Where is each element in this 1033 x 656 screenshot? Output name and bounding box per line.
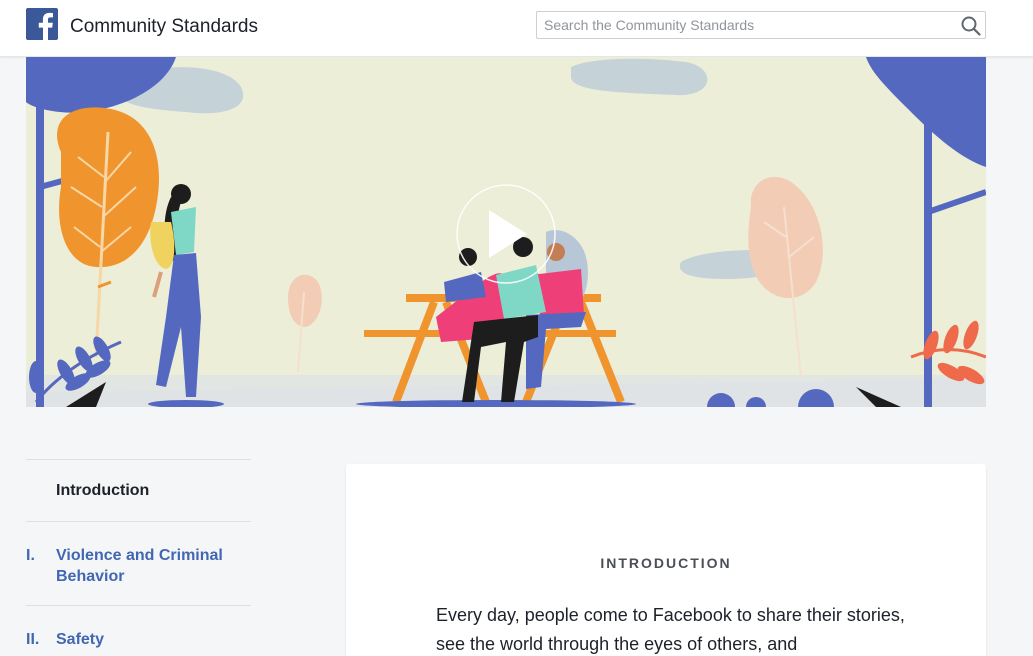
sidebar-item-label: Introduction <box>56 481 150 499</box>
content-card: INTRODUCTION Every day, people come to F… <box>346 464 986 656</box>
search-icon[interactable] <box>960 15 982 37</box>
section-heading: INTRODUCTION <box>600 555 732 571</box>
sidebar-item-label: Violence and Criminal Behavior <box>56 547 223 585</box>
hero-video[interactable] <box>26 57 986 407</box>
intro-paragraph: Every day, people come to Facebook to sh… <box>436 605 905 654</box>
sidebar-item-violence-and-criminal-behavior[interactable]: I. Violence and Criminal Behavior <box>26 521 251 605</box>
sidebar-item-number: I. <box>26 547 35 564</box>
sidebar-item-label: Safety <box>56 631 105 648</box>
sidebar-item-safety[interactable]: II. Safety <box>26 605 251 656</box>
site-title[interactable]: Community Standards <box>70 16 258 38</box>
facebook-logo-icon[interactable] <box>26 8 58 40</box>
search-box <box>536 11 986 39</box>
search-input[interactable] <box>537 12 947 38</box>
hero-illustration <box>26 57 986 407</box>
sidebar-nav: Introduction I. Violence and Criminal Be… <box>26 459 251 656</box>
top-header: Community Standards <box>0 0 1033 57</box>
sidebar-item-introduction[interactable]: Introduction <box>26 459 251 521</box>
sidebar-item-number: II. <box>26 631 40 648</box>
